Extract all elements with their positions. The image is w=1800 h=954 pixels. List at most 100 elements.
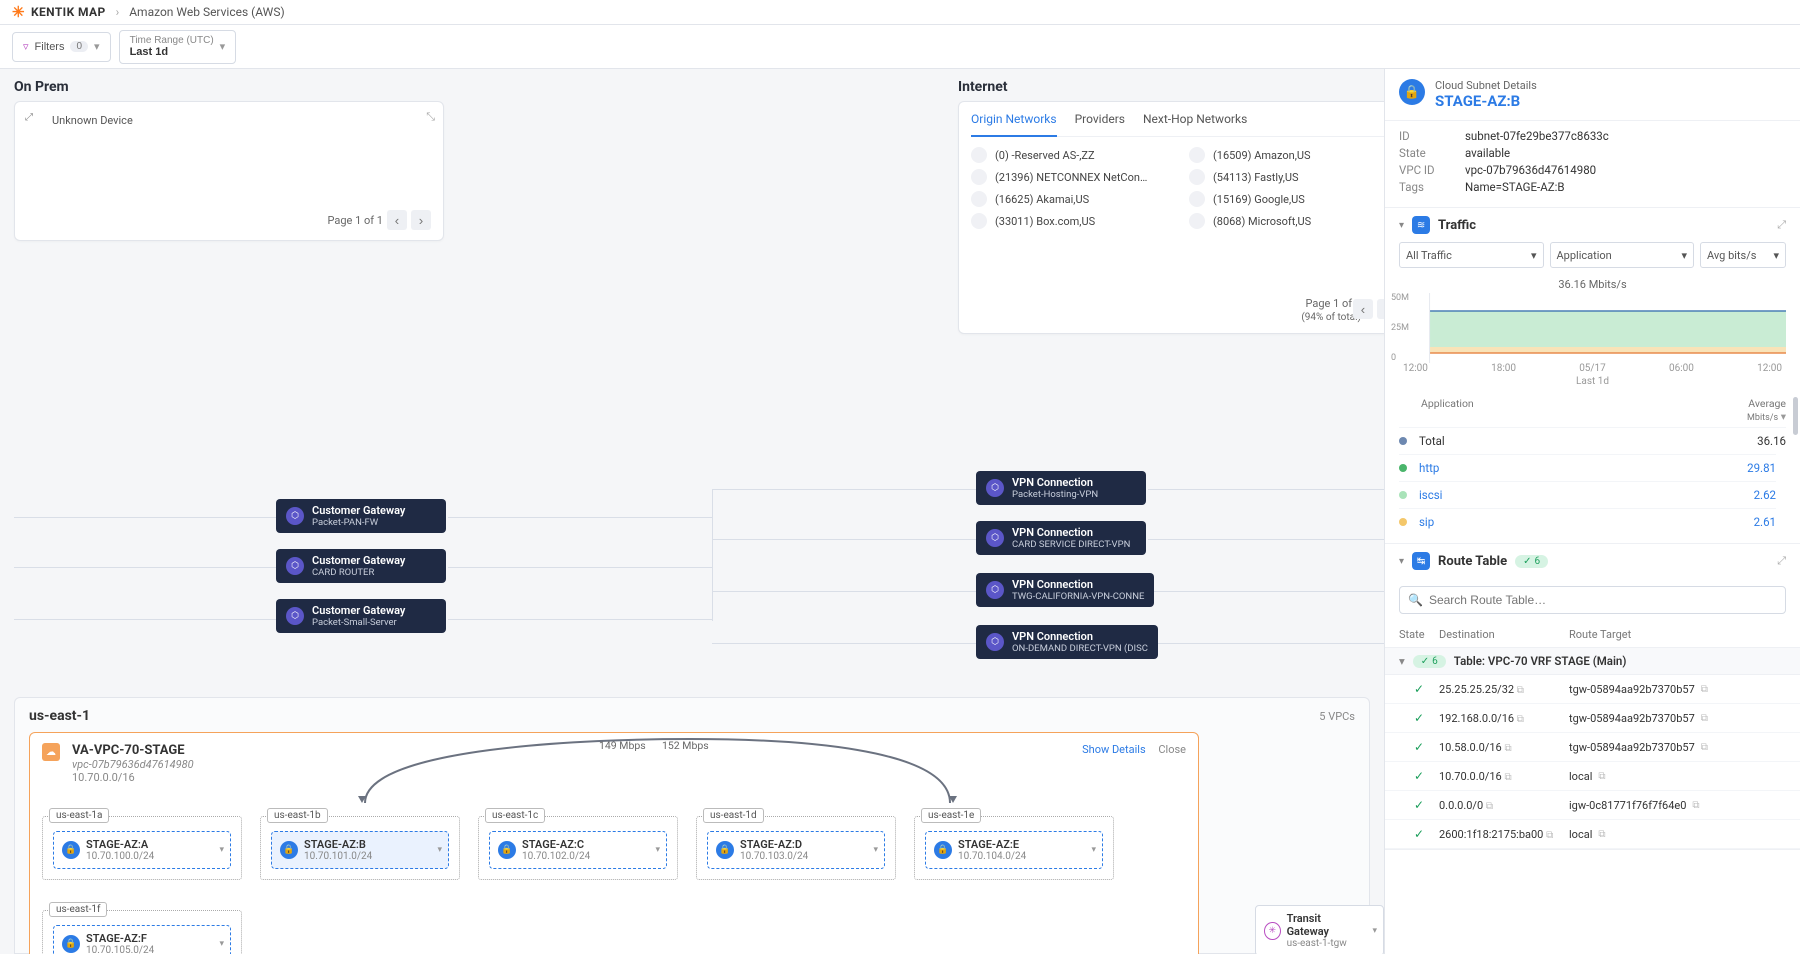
route-search[interactable]: 🔍	[1399, 586, 1786, 614]
chevron-down-icon: ▾	[219, 939, 224, 949]
check-icon: ✓	[1399, 798, 1439, 812]
check-icon: ✓	[1399, 711, 1439, 725]
traffic-peak: 36.16 Mbits/s	[1385, 276, 1800, 293]
customer-gateway-node[interactable]: ⬡Customer GatewayCARD ROUTER	[276, 549, 446, 583]
lock-icon: 🔒	[280, 841, 298, 859]
vpc-count: 5 VPCs	[1319, 710, 1355, 723]
subnet-selected[interactable]: 🔒STAGE-AZ:B10.70.101.0/24▾	[271, 831, 449, 869]
chevron-down-icon: ▾	[220, 40, 226, 53]
breadcrumb-page: Amazon Web Services (AWS)	[129, 5, 284, 19]
breadcrumb-bar: ✳ KENTIK MAP › Amazon Web Services (AWS)	[0, 0, 1800, 25]
page-prev-button[interactable]: ‹	[387, 210, 407, 230]
expand-icon[interactable]: ⤢	[25, 112, 33, 123]
list-item[interactable]: (16625) Akamai,US	[971, 191, 1175, 207]
caret-down-icon[interactable]: ▾	[1399, 556, 1404, 567]
vpn-connection-node[interactable]: ⬡VPN ConnectionTWG-CALIFORNIA-VPN-CONNE	[976, 573, 1154, 607]
list-item[interactable]: (54113) Fastly,US	[1189, 169, 1384, 185]
copy-icon[interactable]: ⧉	[1517, 685, 1524, 696]
list-item[interactable]: (16509) Amazon,US	[1189, 147, 1384, 163]
vpn-connection-node[interactable]: ⬡VPN ConnectionON-DEMAND DIRECT-VPN (DIS…	[976, 625, 1158, 659]
details-panel: 🔒 Cloud Subnet Details STAGE-AZ:B IDsubn…	[1384, 69, 1800, 954]
region-title: us-east-1	[29, 708, 90, 724]
copy-icon[interactable]: ⧉	[1504, 743, 1511, 754]
route-search-input[interactable]	[1429, 593, 1777, 607]
tab-origin-networks[interactable]: Origin Networks	[971, 112, 1057, 137]
route-table-group[interactable]: ▾ ✓ 6 Table: VPC-70 VRF STAGE (Main)	[1385, 647, 1800, 675]
page-prev-button[interactable]: ‹	[1353, 299, 1373, 319]
copy-icon[interactable]: ⧉	[1701, 742, 1708, 753]
copy-icon[interactable]: ⧉	[1598, 829, 1605, 840]
details-meta: IDsubnet-07fe29be377c8633c Stateavailabl…	[1385, 121, 1800, 208]
network-dot-icon	[1189, 169, 1205, 185]
network-dot-icon	[971, 191, 987, 207]
onprem-panel: ⤢ ⤡ Unknown Device Page 1 of 1 ‹ ›	[14, 101, 444, 241]
vpc-box[interactable]: ☁ VA-VPC-70-STAGE vpc-07b79636d47614980 …	[29, 732, 1199, 954]
scrollbar-thumb[interactable]	[1793, 397, 1798, 435]
list-item[interactable]: (8068) Microsoft,US	[1189, 213, 1384, 229]
copy-icon[interactable]: ⧉	[1517, 714, 1524, 725]
collapse-icon[interactable]: ⤡	[426, 110, 435, 124]
page-next-button[interactable]: ›	[411, 210, 431, 230]
copy-icon[interactable]: ⧉	[1546, 830, 1553, 841]
az-box: us-east-1c 🔒STAGE-AZ:C10.70.102.0/24▾	[478, 816, 678, 880]
filters-count-badge: 0	[70, 41, 88, 52]
route-icon: ↹	[1412, 552, 1430, 570]
internet-panel: ⤡ Origin Networks Providers Next-Hop Net…	[958, 101, 1384, 334]
show-details-link[interactable]: Show Details	[1082, 743, 1146, 756]
logo-mark-icon: ✳	[12, 3, 25, 21]
list-item[interactable]: (15169) Google,US	[1189, 191, 1384, 207]
close-link[interactable]: Close	[1158, 743, 1186, 756]
traffic-xticks: 12:0018:0005/1706:0012:00	[1385, 363, 1800, 374]
tgw-icon: ✳	[1264, 922, 1281, 940]
chevron-down-icon: ▾	[873, 845, 878, 855]
tab-providers[interactable]: Providers	[1075, 112, 1125, 130]
copy-icon[interactable]: ⧉	[1486, 801, 1493, 812]
details-title: STAGE-AZ:B	[1435, 92, 1537, 110]
expand-icon[interactable]: ⤢	[1777, 554, 1786, 568]
expand-icon[interactable]: ⤢	[1777, 218, 1786, 232]
copy-icon[interactable]: ⧉	[1504, 772, 1511, 783]
check-icon: ✓	[1399, 769, 1439, 783]
transit-gateway[interactable]: ✳ Transit Gatewayus-east-1-tgw ▾	[1255, 905, 1384, 954]
filters-button[interactable]: ▿ Filters 0 ▾	[12, 32, 111, 62]
copy-icon[interactable]: ⧉	[1701, 713, 1708, 724]
subnet[interactable]: 🔒STAGE-AZ:C10.70.102.0/24▾	[489, 831, 667, 869]
table-row[interactable]: iscsi2.62	[1399, 481, 1776, 508]
caret-down-icon[interactable]: ▾	[1399, 220, 1404, 231]
vpn-connection-node[interactable]: ⬡VPN ConnectionCARD SERVICE DIRECT-VPN	[976, 521, 1146, 555]
list-item[interactable]: (21396) NETCONNEX NetCon…	[971, 169, 1175, 185]
subnet[interactable]: 🔒STAGE-AZ:F10.70.105.0/24▾	[53, 925, 231, 954]
table-row[interactable]: http29.81	[1399, 454, 1776, 481]
table-row: ✓10.70.0.0/16 ⧉local ⧉	[1385, 762, 1800, 791]
copy-icon[interactable]: ⧉	[1598, 771, 1605, 782]
subnet[interactable]: 🔒STAGE-AZ:D10.70.103.0/24▾	[707, 831, 885, 869]
traffic-dim-select[interactable]: Application▾	[1550, 242, 1695, 268]
details-section-label: Cloud Subnet Details	[1435, 79, 1537, 92]
customer-gateway-node[interactable]: ⬡Customer GatewayPacket-PAN-FW	[276, 499, 446, 533]
toolbar: ▿ Filters 0 ▾ Time Range (UTC) Last 1d ▾	[0, 25, 1800, 69]
chevron-down-icon: ▾	[655, 845, 660, 855]
list-item[interactable]: (33011) Box.com,US	[971, 213, 1175, 229]
tab-nexthop-networks[interactable]: Next-Hop Networks	[1143, 112, 1247, 130]
copy-icon[interactable]: ⧉	[1692, 800, 1699, 811]
series-dot-icon	[1399, 464, 1407, 472]
list-item[interactable]: (0) -Reserved AS-,ZZ	[971, 147, 1175, 163]
traffic-scope-select[interactable]: All Traffic▾	[1399, 242, 1544, 268]
topology-canvas[interactable]: On Prem ⤢ ⤡ Unknown Device Page 1 of 1 ‹…	[0, 69, 1384, 954]
chevron-down-icon[interactable]: ▾	[1781, 410, 1786, 423]
vpn-icon: ⬡	[986, 479, 1004, 497]
search-icon: 🔍	[1408, 593, 1423, 607]
onprem-pager: Page 1 of 1 ‹ ›	[327, 210, 431, 230]
connector-line	[1148, 591, 1384, 592]
vpn-connection-node[interactable]: ⬡VPN ConnectionPacket-Hosting-VPN	[976, 471, 1146, 505]
timerange-button[interactable]: Time Range (UTC) Last 1d ▾	[119, 30, 237, 64]
subnet[interactable]: 🔒STAGE-AZ:E10.70.104.0/24▾	[925, 831, 1103, 869]
traffic-metric-left: 149 Mbps	[599, 739, 646, 752]
traffic-unit-select[interactable]: Avg bits/s▾	[1700, 242, 1786, 268]
customer-gateway-node[interactable]: ⬡Customer GatewayPacket-Small-Server	[276, 599, 446, 633]
copy-icon[interactable]: ⧉	[1701, 684, 1708, 695]
page-next-button[interactable]: ›	[1377, 299, 1384, 319]
table-row: ✓10.58.0.0/16 ⧉tgw-05894aa92b7370b57 ⧉	[1385, 733, 1800, 762]
subnet[interactable]: 🔒STAGE-AZ:A10.70.100.0/24▾	[53, 831, 231, 869]
table-row[interactable]: sip2.61	[1399, 508, 1776, 535]
